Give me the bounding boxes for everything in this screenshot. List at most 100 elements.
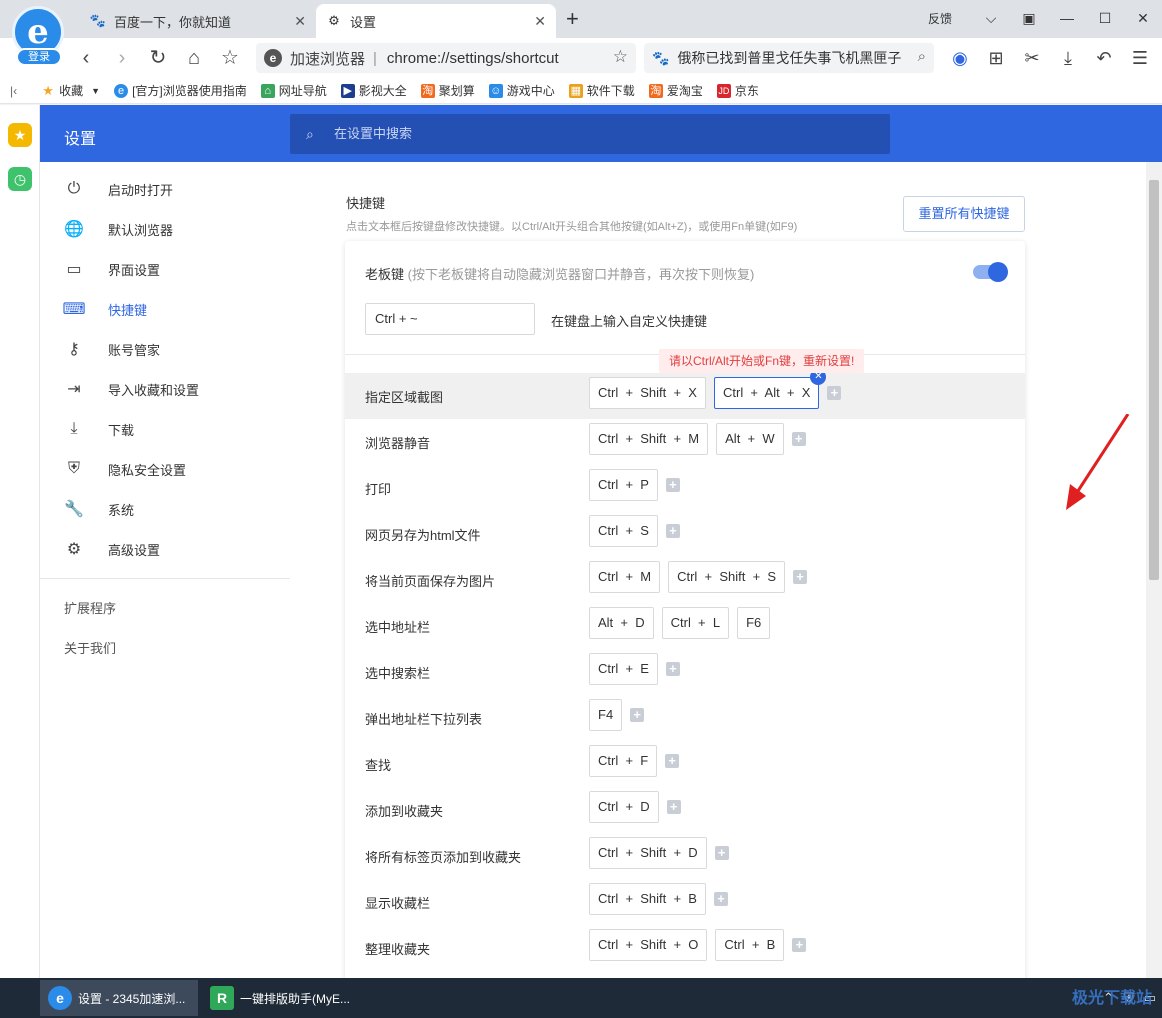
bookmark-software[interactable]: ▦ 软件下载 xyxy=(568,82,635,99)
shortcut-key-text: Alt + W xyxy=(725,431,775,446)
close-icon[interactable]: ✕ xyxy=(294,13,306,30)
sidebar-item-1[interactable]: ⏻ 启动时打开 xyxy=(40,169,290,209)
add-shortcut-icon[interactable]: + xyxy=(665,662,680,676)
shortcut-key-text: Ctrl + Alt + X xyxy=(722,385,811,400)
bookmark-favorites[interactable]: ★ 收藏 ▼ xyxy=(41,82,100,99)
shortcut-key-input[interactable]: F6 xyxy=(737,607,771,639)
shortcut-key-input[interactable]: Ctrl + M xyxy=(589,561,661,593)
shortcut-key-input[interactable]: Ctrl + D xyxy=(589,791,659,823)
settings-search-input[interactable]: ⌕ 在设置中搜索 xyxy=(290,114,890,154)
add-shortcut-icon[interactable]: + xyxy=(827,386,842,400)
add-shortcut-icon[interactable]: + xyxy=(713,892,728,906)
bookmark-label: 网址导航 xyxy=(278,84,327,98)
shortcut-key-input[interactable]: Alt + W xyxy=(716,423,784,455)
scissors-icon[interactable]: ✂ xyxy=(1020,46,1044,70)
shortcut-key-text: Ctrl + S xyxy=(598,523,649,538)
sidebar-item-6[interactable]: ⇥ 导入收藏和设置 xyxy=(40,369,290,409)
shortcut-key-input[interactable]: Ctrl + Shift + D xyxy=(589,837,707,869)
sidebar-item-about[interactable]: 关于我们 xyxy=(64,638,116,657)
tab-settings[interactable]: ⚙ 设置 ✕ xyxy=(316,4,556,38)
new-tab-button[interactable]: + xyxy=(566,8,579,30)
close-window-button[interactable]: ✕ xyxy=(1124,10,1162,27)
shortcut-key-input[interactable]: Ctrl + Shift + O xyxy=(589,929,708,961)
bookmark-label: 聚划算 xyxy=(438,84,475,98)
shortcut-key-input[interactable]: Ctrl + Shift + S xyxy=(668,561,786,593)
maximize-button[interactable]: ☐ xyxy=(1086,10,1124,27)
sidebar-item-8[interactable]: ⛨ 隐私安全设置 xyxy=(40,449,290,489)
bookmark-label: 京东 xyxy=(734,84,759,98)
shortcut-key-input[interactable]: Ctrl + E xyxy=(589,653,658,685)
add-shortcut-icon[interactable]: + xyxy=(630,708,645,722)
shortcut-key-input[interactable]: Ctrl + B xyxy=(715,929,785,961)
apps-grid-icon[interactable]: ⊞ xyxy=(984,46,1008,70)
undo-icon[interactable]: ↶ xyxy=(1092,46,1116,70)
shortcut-key-input[interactable]: Alt + D xyxy=(589,607,654,639)
sidebar-item-extensions[interactable]: 扩展程序 xyxy=(64,598,116,617)
reset-shortcuts-button[interactable]: 重置所有快捷键 xyxy=(903,196,1025,232)
search-icon[interactable]: ⌕ xyxy=(918,48,926,65)
login-badge[interactable]: 登录 xyxy=(16,48,62,66)
shortcut-key-text: Ctrl + Shift + X xyxy=(598,385,697,400)
taskbar-item-myeditor[interactable]: R 一键排版助手(MyE... xyxy=(202,980,360,1016)
add-shortcut-icon[interactable]: + xyxy=(714,846,729,860)
add-shortcut-icon[interactable]: + xyxy=(791,432,806,446)
sidebar-item-7[interactable]: ⤓ 下载 xyxy=(40,409,290,449)
avatar[interactable]: e 登录 xyxy=(10,6,66,68)
chevron-down-icon[interactable]: ⌵ xyxy=(972,10,1010,27)
add-shortcut-icon[interactable]: + xyxy=(665,478,680,492)
bookmark-video[interactable]: ▶ 影视大全 xyxy=(340,82,407,99)
shortcut-key-input[interactable]: F4 xyxy=(589,699,623,731)
vertical-scrollbar[interactable] xyxy=(1146,162,1162,978)
bookmark-star-icon[interactable]: ☆ xyxy=(613,47,628,67)
back-button[interactable]: ‹ xyxy=(74,46,98,70)
sidebar-item-2[interactable]: 🌐 默认浏览器 xyxy=(40,209,290,249)
bookmark-jd[interactable]: JD 京东 xyxy=(716,82,759,99)
bookmark-nav[interactable]: ⌂ 网址导航 xyxy=(260,82,327,99)
forward-button[interactable]: › xyxy=(110,46,134,70)
sidebar-item-9[interactable]: 🔧 系统 xyxy=(40,489,290,529)
add-shortcut-icon[interactable]: + xyxy=(665,754,680,768)
section-description: 点击文本框后按键盘修改快捷键。以Ctrl/Alt开头组合其他按键(如Alt+Z)… xyxy=(346,221,798,233)
shortcut-key-input[interactable]: Ctrl + F xyxy=(589,745,658,777)
bookmark-juhuasuan[interactable]: 淘 聚划算 xyxy=(420,82,475,99)
search-box[interactable]: 🐾 俄称已找到普里戈任失事飞机黑匣子 ⌕ xyxy=(644,43,934,73)
sidebar-item-3[interactable]: ▭ 界面设置 xyxy=(40,249,290,289)
address-url[interactable]: chrome://settings/shortcut xyxy=(387,50,559,67)
tab-baidu[interactable]: 🐾 百度一下，你就知道 ✕ xyxy=(80,4,316,38)
taskbar-item-browser[interactable]: e 设置 - 2345加速浏... xyxy=(40,980,198,1016)
add-shortcut-icon[interactable]: + xyxy=(666,800,681,814)
sidebar-item-10[interactable]: ⚙ 高级设置 xyxy=(40,529,290,569)
shortcut-key-input[interactable]: Ctrl + Alt + X ✕ xyxy=(713,369,827,409)
sidebar-item-4[interactable]: ⌨ 快捷键 xyxy=(40,289,290,329)
add-shortcut-icon[interactable]: + xyxy=(793,570,808,584)
feedback-button[interactable]: 反馈 xyxy=(928,10,952,27)
history-clock-icon[interactable]: ◷ xyxy=(8,167,32,191)
bookmark-aitaobao[interactable]: 淘 爱淘宝 xyxy=(648,82,703,99)
sidebar-item-5[interactable]: ⚷ 账号管家 xyxy=(40,329,290,369)
shortcut-key-input[interactable]: Ctrl + S xyxy=(589,515,658,547)
close-icon[interactable]: ✕ xyxy=(534,13,546,30)
address-bar[interactable]: e 加速浏览器 | chrome://settings/shortcut ☆ xyxy=(256,43,636,73)
minimize-button[interactable]: — xyxy=(1048,10,1086,26)
shortcut-key-input[interactable]: Ctrl + Shift + M xyxy=(589,423,709,455)
favorite-star-icon[interactable]: ☆ xyxy=(218,46,242,70)
add-shortcut-icon[interactable]: + xyxy=(792,938,807,952)
boss-key-toggle[interactable] xyxy=(973,262,1008,282)
shortcut-key-input[interactable]: Ctrl + L xyxy=(661,607,730,639)
home-button[interactable]: ⌂ xyxy=(182,46,206,70)
shortcut-key-input[interactable]: Ctrl + P xyxy=(589,469,658,501)
shortcut-key-input[interactable]: Ctrl + Shift + X xyxy=(589,377,706,409)
bookmark-guide[interactable]: e [官方]浏览器使用指南 xyxy=(114,82,247,99)
scrollbar-thumb[interactable] xyxy=(1149,180,1159,580)
boss-key-input[interactable]: Ctrl + ~ xyxy=(365,303,535,335)
mouse-gesture-icon[interactable]: ◉ xyxy=(948,46,972,70)
reload-button[interactable]: ↻ xyxy=(146,46,170,70)
favorites-star-icon[interactable]: ★ xyxy=(8,123,32,147)
skin-icon[interactable]: ▣ xyxy=(1010,10,1048,27)
bookmark-games[interactable]: ☺ 游戏中心 xyxy=(488,82,555,99)
download-icon[interactable]: ⤓ xyxy=(1056,46,1080,70)
menu-icon[interactable]: ☰ xyxy=(1128,46,1152,70)
add-shortcut-icon[interactable]: + xyxy=(665,524,680,538)
collapse-sidebar-icon[interactable]: |‹ xyxy=(10,84,17,98)
shortcut-key-input[interactable]: Ctrl + Shift + B xyxy=(589,883,706,915)
